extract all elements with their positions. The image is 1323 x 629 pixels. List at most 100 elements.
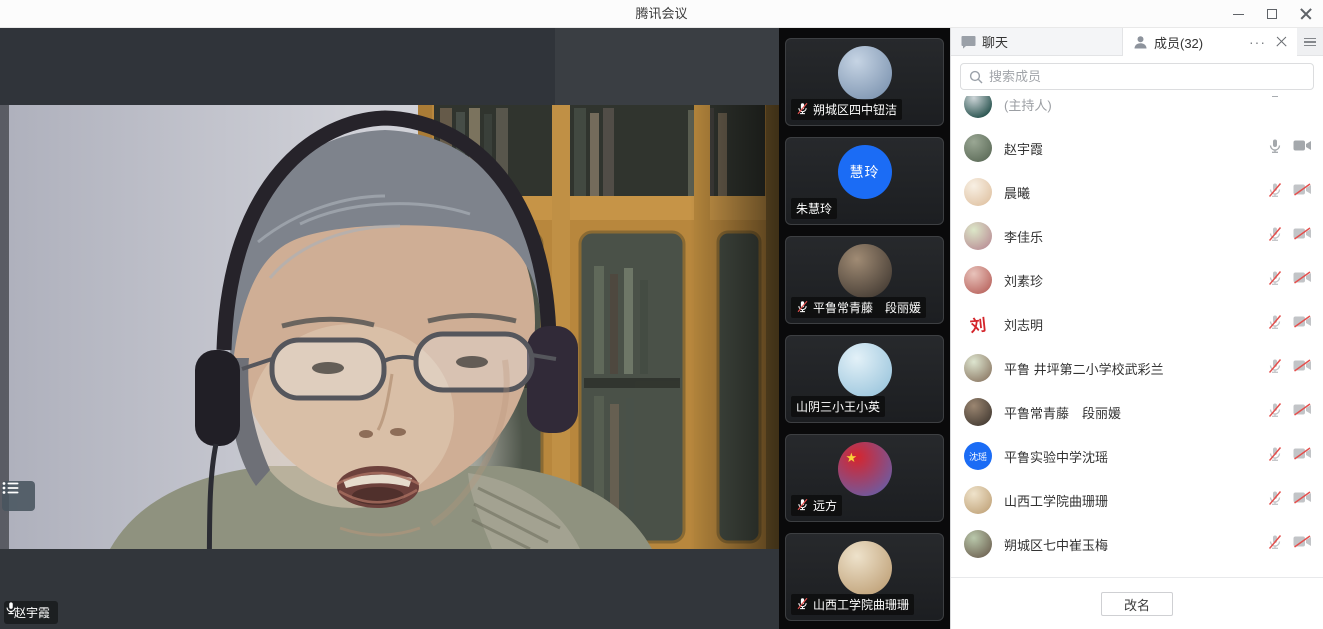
camera-status-icon bbox=[1293, 359, 1312, 377]
tab-chat[interactable]: 聊天 bbox=[951, 28, 1123, 56]
mic-status-icon bbox=[1267, 446, 1283, 467]
camera-status-icon bbox=[1293, 315, 1312, 333]
member-row[interactable]: 朔城区七中崔玉梅 bbox=[951, 522, 1323, 566]
member-row[interactable]: 刘 刘志明 bbox=[951, 302, 1323, 346]
member-row[interactable]: 刘素珍 bbox=[951, 258, 1323, 302]
member-name: 刘素珍 bbox=[1004, 271, 1267, 290]
member-panel-footer: 改名 bbox=[951, 577, 1323, 629]
speaker-name-chip: 赵宇霞 bbox=[4, 601, 58, 624]
member-name: (主持人) bbox=[1004, 96, 1267, 114]
panel-menu-button[interactable] bbox=[1297, 28, 1323, 56]
camera-status-icon bbox=[1293, 447, 1312, 465]
list-layout-icon bbox=[2, 481, 19, 495]
panel-tools: ··· bbox=[1249, 28, 1297, 56]
video-thumbnail[interactable]: 慧玲 朱慧玲 bbox=[785, 137, 944, 225]
member-status-icons bbox=[1267, 96, 1312, 103]
avatar bbox=[964, 530, 992, 558]
member-row[interactable]: 山西工学院曲珊珊 bbox=[951, 478, 1323, 522]
camera-status-icon bbox=[1293, 491, 1312, 509]
member-row[interactable]: 平鲁 井坪第二小学校武彩兰 bbox=[951, 346, 1323, 390]
thumbnail-name-chip: 山西工学院曲珊珊 bbox=[791, 594, 914, 615]
member-name: 平鲁 井坪第二小学校武彩兰 bbox=[1004, 359, 1267, 378]
close-button[interactable] bbox=[1289, 0, 1323, 28]
panel-tab-bar: 聊天 成员(32) ··· bbox=[951, 28, 1323, 56]
mic-status-icon bbox=[1267, 314, 1283, 335]
chat-bubble-icon bbox=[961, 35, 976, 49]
maximize-icon bbox=[1267, 9, 1277, 19]
video-thumbnail[interactable]: 朔城区四中钮洁 bbox=[785, 38, 944, 126]
mic-status-icon bbox=[1267, 182, 1283, 203]
tab-chat-label: 聊天 bbox=[982, 32, 1008, 51]
member-row[interactable]: 沈瑶 平鲁实验中学沈瑶 bbox=[951, 434, 1323, 478]
member-status-icons bbox=[1267, 314, 1312, 335]
camera-status-icon bbox=[1293, 271, 1312, 289]
avatar bbox=[964, 486, 992, 514]
member-row[interactable]: 赵宇霞 bbox=[951, 126, 1323, 170]
layout-toggle-button[interactable] bbox=[2, 481, 35, 511]
main-video[interactable]: 赵宇霞 bbox=[0, 28, 779, 629]
avatar: 慧玲 bbox=[838, 145, 892, 199]
video-thumbnail[interactable]: 山西工学院曲珊珊 bbox=[785, 533, 944, 621]
panel-close-button[interactable] bbox=[1276, 36, 1288, 48]
search-icon bbox=[969, 70, 983, 84]
avatar bbox=[964, 178, 992, 206]
mic-status-icon bbox=[1267, 490, 1283, 511]
camera-status-icon bbox=[1293, 403, 1312, 421]
member-status-icons bbox=[1267, 402, 1312, 423]
mic-status-icon bbox=[1267, 534, 1283, 555]
avatar bbox=[964, 134, 992, 162]
avatar: ★ bbox=[838, 442, 892, 496]
video-thumbnail[interactable]: 平鲁常青藤 段丽媛 bbox=[785, 236, 944, 324]
mic-muted-icon bbox=[796, 498, 809, 514]
thumbnail-name: 朱慧玲 bbox=[796, 200, 832, 217]
member-row[interactable]: 平鲁常青藤 段丽媛 bbox=[951, 390, 1323, 434]
more-options-button[interactable]: ··· bbox=[1249, 28, 1266, 56]
camera-status-icon bbox=[1293, 96, 1312, 101]
maximize-button[interactable] bbox=[1255, 0, 1289, 28]
member-status-icons bbox=[1267, 138, 1312, 159]
thumbnail-name-chip: 山阴三小王小英 bbox=[791, 396, 885, 417]
mic-status-icon bbox=[1267, 138, 1283, 159]
avatar: 沈瑶 bbox=[964, 442, 992, 470]
avatar bbox=[838, 541, 892, 595]
avatar bbox=[964, 398, 992, 426]
window-title: 腾讯会议 bbox=[0, 0, 1323, 28]
member-panel: 聊天 成员(32) ··· bbox=[950, 28, 1323, 629]
member-name: 平鲁常青藤 段丽媛 bbox=[1004, 403, 1267, 422]
video-thumbnail[interactable]: 山阴三小王小英 bbox=[785, 335, 944, 423]
tencent-meeting-window: 腾讯会议 bbox=[0, 0, 1323, 629]
window-controls bbox=[1221, 0, 1323, 28]
member-status-icons bbox=[1267, 534, 1312, 555]
member-name: 晨曦 bbox=[1004, 183, 1267, 202]
mic-status-icon bbox=[1267, 226, 1283, 247]
member-list: (主持人) 赵宇霞 晨曦 李佳乐 bbox=[951, 96, 1323, 577]
member-status-icons bbox=[1267, 490, 1312, 511]
thumbnail-name-chip: 朱慧玲 bbox=[791, 198, 837, 219]
avatar bbox=[964, 222, 992, 250]
member-name: 刘志明 bbox=[1004, 315, 1267, 334]
mic-status-icon bbox=[1267, 402, 1283, 423]
mic-status-icon bbox=[1267, 358, 1283, 379]
member-name: 朔城区七中崔玉梅 bbox=[1004, 535, 1267, 554]
close-icon bbox=[1300, 8, 1312, 20]
avatar bbox=[964, 354, 992, 382]
member-status-icons bbox=[1267, 226, 1312, 247]
member-search-box[interactable] bbox=[960, 63, 1314, 90]
member-row[interactable]: 李佳乐 bbox=[951, 214, 1323, 258]
avatar bbox=[838, 46, 892, 100]
video-thumbnail[interactable]: ★ 远方 bbox=[785, 434, 944, 522]
camera-status-icon bbox=[1293, 535, 1312, 553]
tab-members[interactable]: 成员(32) bbox=[1123, 28, 1249, 56]
member-row[interactable]: 晨曦 bbox=[951, 170, 1323, 214]
mic-muted-icon bbox=[796, 300, 809, 316]
member-name: 赵宇霞 bbox=[1004, 139, 1267, 158]
speaker-name: 赵宇霞 bbox=[14, 604, 50, 621]
member-status-icons bbox=[1267, 270, 1312, 291]
thumbnail-name: 山阴三小王小英 bbox=[796, 398, 880, 415]
minimize-button[interactable] bbox=[1221, 0, 1255, 28]
member-search-input[interactable] bbox=[989, 69, 1305, 84]
rename-button[interactable]: 改名 bbox=[1101, 592, 1173, 616]
member-row[interactable]: (主持人) bbox=[951, 96, 1323, 126]
camera-status-icon bbox=[1293, 139, 1312, 157]
thumbnail-name: 山西工学院曲珊珊 bbox=[813, 596, 909, 613]
